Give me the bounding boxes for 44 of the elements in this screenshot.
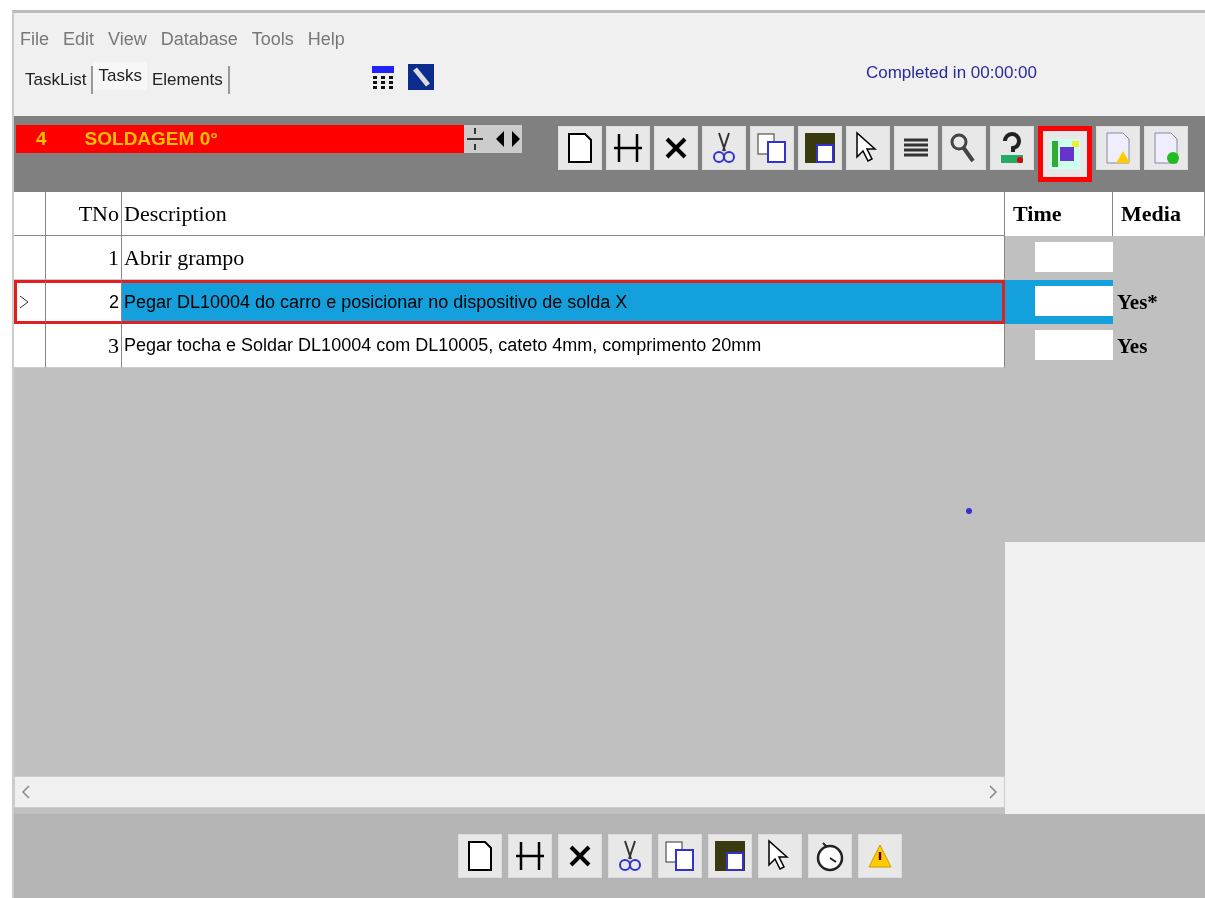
row-indicator[interactable] <box>14 280 46 324</box>
menu-item[interactable]: View <box>108 29 147 50</box>
table-cell: 1 <box>46 236 122 280</box>
time-field[interactable] <box>1035 330 1113 360</box>
scroll-right-icon[interactable] <box>988 785 998 799</box>
paste-icon <box>803 131 837 165</box>
toolbar-button[interactable] <box>1038 126 1092 182</box>
status-text: Completed in 00:00:00 <box>865 63 1037 84</box>
column-header[interactable]: Description <box>122 192 1005 236</box>
navigation-arrows-icon[interactable] <box>464 125 522 153</box>
column-header[interactable]: Time <box>1005 192 1113 236</box>
column-header[interactable]: TNo <box>46 192 122 236</box>
media-value: Yes <box>1116 332 1149 360</box>
time-field[interactable] <box>1035 286 1113 316</box>
tab[interactable]: Tasks <box>93 62 147 90</box>
task-number: 4 <box>36 128 47 150</box>
menu-item[interactable]: Tools <box>251 29 294 50</box>
table-cell: Pegar DL10004 do carro e posicionar no dispositivo de solda X <box>122 280 1005 324</box>
menu-item[interactable]: File <box>20 29 49 50</box>
table-cell: Abrir grampo <box>122 236 1005 280</box>
row-indicator[interactable] <box>14 324 46 368</box>
dot-icon <box>964 506 974 516</box>
task-name: SOLDAGEM 0° <box>84 128 218 150</box>
tab[interactable]: Elements <box>146 66 230 94</box>
copy-icon <box>755 131 789 165</box>
scroll-left-icon[interactable] <box>21 785 31 799</box>
table-cell: 2 <box>46 280 122 324</box>
insert-row-icon <box>611 131 645 165</box>
calculator-icon[interactable] <box>369 64 396 90</box>
horizontal-scrollbar[interactable] <box>14 776 1005 808</box>
table-cell: Pegar tocha e Soldar DL10004 com DL10005, cateto 4mm, comprimento 20mm <box>122 324 1005 368</box>
media-value: Yes* <box>1116 288 1159 316</box>
column-header[interactable]: Media <box>1113 192 1205 236</box>
copy-icon <box>662 839 697 873</box>
paste-icon <box>712 839 747 873</box>
time-field[interactable] <box>1035 242 1113 272</box>
grid-icon <box>1048 137 1082 171</box>
current-row-icon <box>19 295 29 309</box>
menu-item[interactable]: Help <box>307 29 345 50</box>
wrench-icon[interactable] <box>407 64 434 90</box>
menu-item[interactable]: Database <box>160 29 238 50</box>
table-cell: 3 <box>46 324 122 368</box>
row-indicator[interactable] <box>14 236 46 280</box>
menu-item[interactable]: Edit <box>63 29 95 50</box>
